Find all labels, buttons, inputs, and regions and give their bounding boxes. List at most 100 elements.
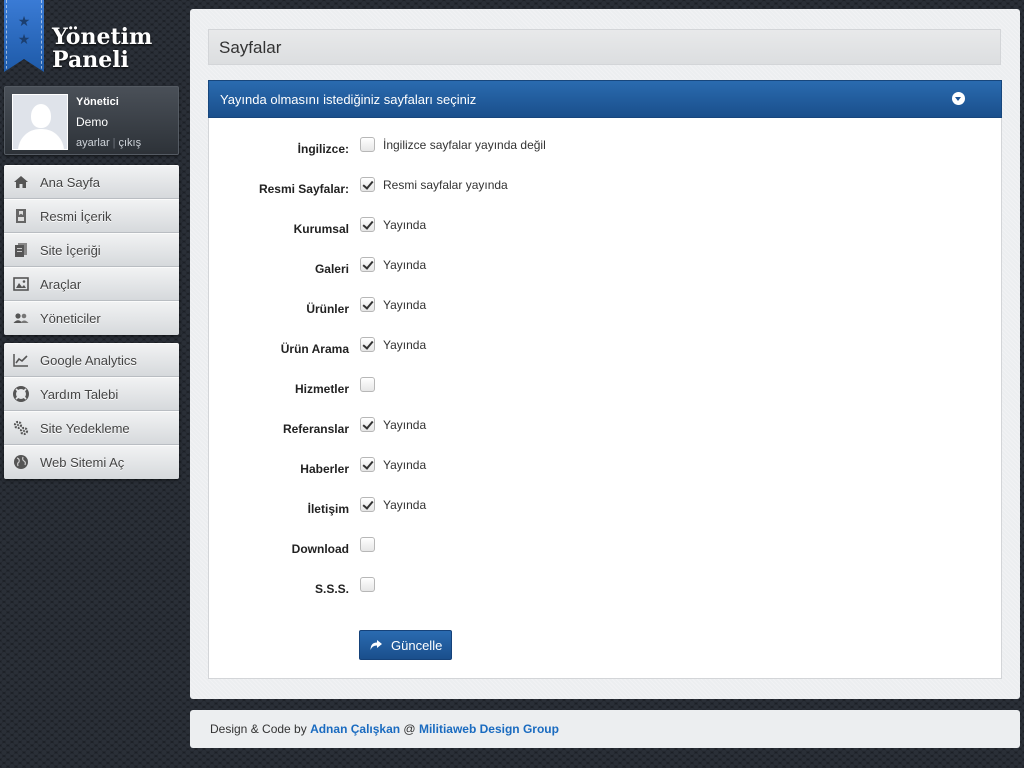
author-link[interactable]: Adnan Çalışkan: [310, 722, 400, 736]
form-row-label: Kurumsal: [293, 222, 349, 236]
logout-link[interactable]: çıkış: [118, 137, 141, 149]
publish-status-text: Yayında: [383, 218, 427, 232]
user-role: Yönetici: [76, 96, 119, 108]
publish-checkbox[interactable]: [360, 257, 375, 272]
box-title: Yayında olmasını istediğiniz sayfaları s…: [220, 92, 477, 107]
publish-checkbox[interactable]: [360, 417, 375, 432]
sidebar-menu-secondary: Google Analytics Yardım Talebi Site Yede…: [4, 343, 179, 479]
star-icon: ★: [17, 13, 31, 29]
publish-status-text: Yayında: [383, 458, 427, 472]
footer-credits: Design & Code by Adnan Çalışkan @ Militi…: [210, 722, 559, 736]
sidebar-item-label: Resmi İçerik: [40, 209, 112, 224]
publish-status-text: Yayında: [383, 338, 427, 352]
sidebar-item-site-content[interactable]: Site İçeriği: [4, 233, 179, 267]
update-button[interactable]: Güncelle: [359, 630, 452, 660]
pages-settings-box: Yayında olmasını istediğiniz sayfaları s…: [208, 80, 1002, 679]
sidebar-item-label: Google Analytics: [40, 353, 137, 368]
form-row-services: Hizmetler: [209, 377, 1003, 401]
publish-checkbox[interactable]: [360, 577, 375, 592]
publish-checkbox[interactable]: [360, 497, 375, 512]
pages-icon: [15, 243, 27, 257]
sidebar-item-label: Ana Sayfa: [40, 175, 100, 190]
footer-prefix: Design & Code by: [210, 722, 311, 736]
sidebar-item-label: Yardım Talebi: [40, 387, 119, 402]
chart-icon: [13, 354, 28, 367]
user-name: Demo: [76, 115, 109, 129]
star-icon: ★: [17, 31, 31, 47]
footer-at: @: [400, 722, 419, 736]
page-title: Sayfalar: [219, 38, 282, 57]
sidebar-item-help-request[interactable]: Yardım Talebi: [4, 377, 179, 411]
update-button-label: Güncelle: [391, 638, 443, 653]
document-icon: [16, 209, 26, 223]
home-icon: [14, 176, 28, 188]
publish-status-text: İngilizce sayfalar yayında değil: [383, 138, 546, 152]
form-row-faq: S.S.S.: [209, 577, 1003, 601]
sidebar-item-label: Web Sitemi Aç: [40, 455, 125, 470]
profile-links: ayarlar | çıkış: [76, 137, 141, 149]
logo: ★ ★ Yönetim Paneli: [4, 0, 184, 76]
publish-checkbox[interactable]: [360, 137, 375, 152]
form-row-label: Ürünler: [306, 302, 349, 316]
users-icon: [13, 313, 29, 323]
globe-icon: [14, 455, 28, 469]
form-row-contact: İletişim Yayında: [209, 497, 1003, 521]
publish-checkbox[interactable]: [360, 337, 375, 352]
publish-status-text: Resmi sayfalar yayında: [383, 178, 508, 192]
publish-status-text: Yayında: [383, 298, 427, 312]
sidebar-item-open-website[interactable]: Web Sitemi Aç: [4, 445, 179, 479]
publish-status-text: Yayında: [383, 498, 427, 512]
publish-status-text: Yayında: [383, 258, 427, 272]
publish-checkbox[interactable]: [360, 377, 375, 392]
sidebar-item-label: Site Yedekleme: [40, 421, 130, 436]
ribbon-icon: ★ ★: [4, 0, 44, 72]
image-icon: [13, 277, 29, 291]
sidebar-item-label: Site İçeriği: [40, 243, 101, 258]
form-row-label: S.S.S.: [314, 582, 349, 596]
footer: Design & Code by Adnan Çalışkan @ Militi…: [190, 710, 1020, 748]
sidebar-menu-primary: Ana Sayfa Resmi İçerik Site İçeriği Araç…: [4, 165, 179, 335]
publish-checkbox[interactable]: [360, 297, 375, 312]
form-row-label: Haberler: [300, 462, 349, 476]
company-link[interactable]: Militiaweb Design Group: [419, 722, 559, 736]
form-row-products: Ürünler Yayında: [209, 297, 1003, 321]
publish-status-text: Yayında: [383, 418, 427, 432]
form-row-label: Hizmetler: [294, 382, 349, 396]
form-row-label: Ürün Arama: [280, 342, 349, 356]
settings-link[interactable]: ayarlar: [76, 137, 110, 149]
logo-title: Yönetim Paneli: [52, 24, 153, 73]
form-row-label: İngilizce:: [297, 142, 349, 156]
form-row-news: Haberler Yayında: [209, 457, 1003, 481]
sidebar-item-label: Araçlar: [40, 277, 82, 292]
page-title-bar: Sayfalar: [208, 29, 1001, 65]
form-row-english: İngilizce: İngilizce sayfalar yayında değ…: [209, 137, 1003, 161]
form-row-label: Resmi Sayfalar:: [258, 182, 349, 196]
publish-checkbox[interactable]: [360, 177, 375, 192]
form-row-label: Referanslar: [282, 422, 349, 436]
gears-icon: [13, 420, 29, 436]
share-arrow-icon: [370, 640, 382, 650]
sidebar-item-google-analytics[interactable]: Google Analytics: [4, 343, 179, 377]
collapse-toggle-icon[interactable]: [952, 92, 965, 105]
form-row-gallery: Galeri Yayında: [209, 257, 1003, 281]
box-header: Yayında olmasını istediğiniz sayfaları s…: [208, 80, 1002, 118]
lifebuoy-icon: [13, 386, 29, 402]
form-row-official-pages: Resmi Sayfalar: Resmi sayfalar yayında: [209, 177, 1003, 201]
form-row-references: Referanslar Yayında: [209, 417, 1003, 441]
publish-checkbox[interactable]: [360, 457, 375, 472]
main-panel: Sayfalar Yayında olmasını istediğiniz sa…: [190, 9, 1020, 699]
publish-checkbox[interactable]: [360, 537, 375, 552]
publish-checkbox[interactable]: [360, 217, 375, 232]
user-profile-card: Yönetici Demo ayarlar | çıkış: [4, 86, 179, 155]
sidebar-item-admins[interactable]: Yöneticiler: [4, 301, 179, 335]
form-row-label: Download: [291, 542, 349, 556]
form-row-label: Galeri: [314, 262, 349, 276]
form-row-label: İletişim: [307, 502, 349, 516]
sidebar-item-official-content[interactable]: Resmi İçerik: [4, 199, 179, 233]
avatar: [12, 94, 68, 150]
sidebar-item-tools[interactable]: Araçlar: [4, 267, 179, 301]
sidebar-item-site-backup[interactable]: Site Yedekleme: [4, 411, 179, 445]
form-row-corporate: Kurumsal Yayında: [209, 217, 1003, 241]
sidebar-item-home[interactable]: Ana Sayfa: [4, 165, 179, 199]
form-row-download: Download: [209, 537, 1003, 561]
